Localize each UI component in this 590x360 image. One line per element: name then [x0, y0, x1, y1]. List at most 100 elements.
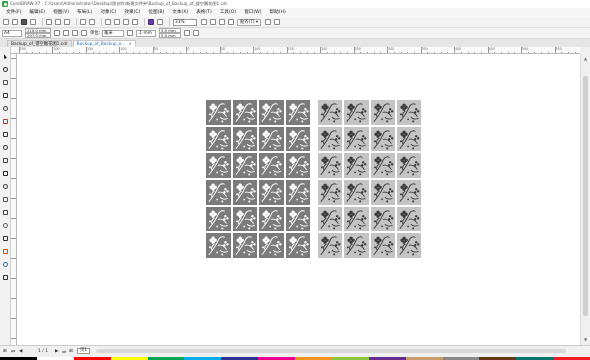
nudge-distance-field[interactable]: .1 mm: [136, 29, 157, 37]
smart-fill-icon[interactable]: [1, 261, 9, 268]
menu-file[interactable]: 文件(F): [2, 8, 25, 17]
shape-tool-icon[interactable]: [1, 66, 9, 73]
carved-floral-tile[interactable]: [232, 206, 257, 232]
transparency-icon[interactable]: [1, 222, 9, 229]
crop-tool-icon[interactable]: [1, 79, 9, 86]
search-content-icon[interactable]: [105, 19, 111, 25]
first-page-icon[interactable]: ⏮: [11, 349, 15, 355]
treat-as-filled-icon[interactable]: [184, 30, 191, 36]
carved-floral-tile[interactable]: [206, 233, 231, 258]
text-tool-icon[interactable]: [1, 170, 9, 177]
print-icon[interactable]: [30, 19, 36, 25]
undo-icon[interactable]: [80, 19, 86, 25]
guidelines-icon[interactable]: [228, 19, 234, 25]
menu-edit[interactable]: 编辑(E): [25, 8, 49, 17]
carved-floral-tile[interactable]: [232, 233, 257, 258]
pick-tool-icon[interactable]: [1, 53, 9, 60]
polygon-tool-icon[interactable]: [1, 157, 9, 164]
carved-floral-tile[interactable]: [259, 206, 284, 232]
parallel-dimension-icon[interactable]: [1, 183, 9, 190]
vertical-scrollbar[interactable]: ▲ ▼: [580, 54, 590, 345]
menu-layout[interactable]: 布局(L): [73, 8, 96, 17]
open-icon[interactable]: [12, 19, 18, 25]
horizontal-ruler[interactable]: 250 200 150 100 50 0 50 100 150 200 250 300 350 400 45…: [11, 47, 580, 54]
carved-floral-tile[interactable]: [344, 100, 369, 125]
carved-floral-tile[interactable]: [232, 179, 257, 205]
scroll-up-icon[interactable]: ▲: [582, 56, 589, 62]
add-page-icon[interactable]: [193, 30, 200, 36]
carved-floral-tile[interactable]: [259, 179, 284, 205]
page-height-field[interactable]: 297.0 mm: [25, 33, 51, 38]
carved-pattern-dark-group[interactable]: [206, 100, 310, 258]
page-size-select[interactable]: A4: [2, 29, 22, 37]
carved-floral-tile[interactable]: [370, 100, 395, 125]
copy-icon[interactable]: [55, 19, 61, 25]
vertical-scroll-thumb[interactable]: [583, 76, 588, 316]
save-icon[interactable]: [21, 19, 27, 25]
snap-to-dropdown[interactable]: 贴齐(T) ▾: [237, 18, 262, 26]
paint-bucket-icon[interactable]: [274, 19, 281, 25]
document-tab-1[interactable]: Backup_of_镂空雕花图1.cdr: [7, 40, 72, 47]
last-page-icon[interactable]: ⏭: [62, 349, 66, 355]
ellipse-tool-icon[interactable]: [1, 144, 9, 151]
carved-floral-tile[interactable]: [318, 126, 343, 152]
zoom-level-select[interactable]: 31%: [173, 18, 197, 26]
menu-object[interactable]: 对象(C): [96, 8, 120, 17]
carved-floral-tile[interactable]: [370, 233, 395, 258]
carved-floral-tile[interactable]: [396, 100, 421, 125]
carved-floral-tile[interactable]: [285, 206, 310, 232]
carved-floral-tile[interactable]: [232, 126, 257, 152]
carved-floral-tile[interactable]: [259, 153, 284, 178]
menu-help[interactable]: 帮助(H): [266, 8, 290, 17]
previous-page-icon[interactable]: ◀: [19, 349, 22, 354]
carved-floral-tile[interactable]: [206, 179, 231, 205]
app-launcher-icon[interactable]: [157, 19, 163, 25]
carved-floral-tile[interactable]: [344, 206, 369, 232]
portrait-icon[interactable]: [54, 30, 60, 36]
units-select[interactable]: 毫米: [102, 29, 125, 37]
interactive-fill-icon[interactable]: [1, 248, 9, 255]
menu-text[interactable]: 文本(X): [168, 8, 192, 17]
carved-floral-tile[interactable]: [396, 233, 421, 258]
carved-floral-tile[interactable]: [206, 206, 231, 232]
freehand-tool-icon[interactable]: [1, 105, 9, 112]
rectangle-tool-icon[interactable]: [1, 131, 9, 138]
full-screen-icon[interactable]: [201, 19, 207, 25]
grid-icon[interactable]: [219, 19, 225, 25]
carved-floral-tile[interactable]: [232, 100, 257, 125]
outline-pen-icon[interactable]: [1, 274, 9, 281]
all-pages-icon[interactable]: [72, 30, 78, 36]
carved-floral-tile[interactable]: [344, 126, 369, 152]
next-page-icon[interactable]: ▶: [55, 349, 58, 354]
paste-icon[interactable]: [64, 19, 70, 25]
carved-floral-tile[interactable]: [396, 126, 421, 152]
carved-floral-tile[interactable]: [206, 153, 231, 178]
carved-floral-tile[interactable]: [259, 233, 284, 258]
landscape-icon[interactable]: [63, 30, 69, 36]
publish-pdf-icon[interactable]: [132, 19, 138, 25]
carved-floral-tile[interactable]: [318, 153, 343, 178]
carved-floral-tile[interactable]: [206, 126, 231, 152]
duplicate-x-field[interactable]: 5.0 mm: [159, 27, 182, 33]
carved-floral-tile[interactable]: [285, 126, 310, 152]
carved-floral-tile[interactable]: [370, 153, 395, 178]
carved-floral-tile[interactable]: [318, 206, 343, 232]
menu-tools[interactable]: 工具(O): [216, 8, 240, 17]
carved-floral-tile[interactable]: [370, 206, 395, 232]
add-page-before-icon[interactable]: ⊞: [3, 349, 7, 354]
carved-floral-tile[interactable]: [285, 100, 310, 125]
duplicate-y-field[interactable]: 5.0 mm: [159, 33, 182, 38]
carved-floral-tile[interactable]: [396, 153, 421, 178]
new-document-icon[interactable]: [3, 19, 9, 25]
scroll-down-icon[interactable]: ▼: [582, 337, 589, 343]
carved-floral-tile[interactable]: [285, 153, 310, 178]
drawing-canvas[interactable]: [17, 54, 580, 345]
carved-floral-tile[interactable]: [206, 100, 231, 125]
menu-window[interactable]: 窗口(W): [240, 8, 265, 17]
carved-floral-tile[interactable]: [318, 233, 343, 258]
document-tab-2[interactable]: Backup_of_Backup_o... ×: [72, 40, 136, 47]
add-page-after-icon[interactable]: ⊞: [69, 349, 73, 354]
menu-effects[interactable]: 效果(C): [120, 8, 144, 17]
carved-floral-tile[interactable]: [344, 153, 369, 178]
carved-floral-tile[interactable]: [344, 179, 369, 205]
